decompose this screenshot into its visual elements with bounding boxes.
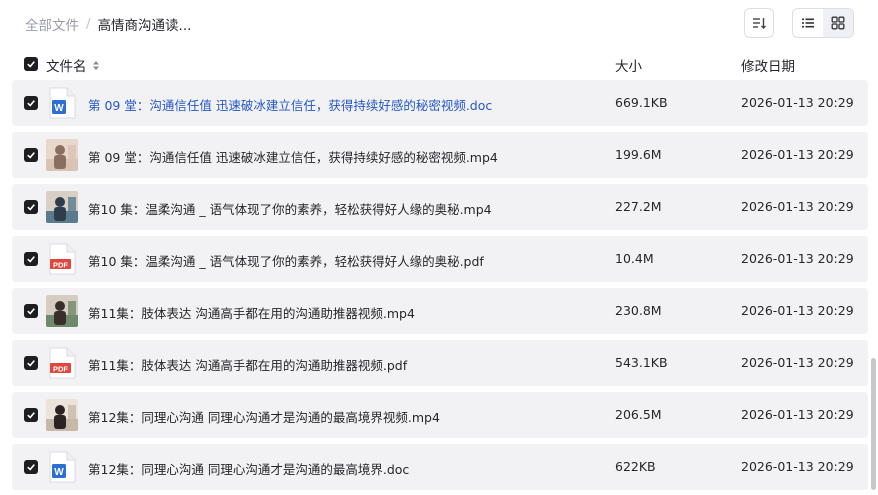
breadcrumb-separator: / [86, 16, 91, 32]
size-column-header: 大小 [615, 59, 642, 75]
sort-caret-icon [92, 60, 99, 70]
svg-text:W: W [54, 467, 64, 478]
file-row[interactable]: PDF 第10 集：温柔沟通 _ 语气体现了你的素养，轻松获得好人缘的奥秘.pdf… [12, 236, 868, 282]
grid-view-icon [831, 16, 845, 30]
check-icon [27, 152, 35, 159]
grid-view-button[interactable] [823, 9, 853, 37]
name-column-header[interactable]: 文件名 [46, 55, 100, 75]
file-modified-date: 2026-01-13 20:29 [741, 147, 854, 162]
file-name[interactable]: 第12集：同理心沟通 同理心沟通才是沟通的最高境界.doc [88, 459, 409, 478]
file-modified-date: 2026-01-13 20:29 [741, 251, 854, 266]
file-size: 206.5M [615, 407, 662, 422]
file-size: 669.1KB [615, 95, 668, 110]
file-size: 199.6M [615, 147, 662, 162]
sort-button[interactable] [744, 8, 774, 38]
file-size: 230.8M [615, 303, 662, 318]
file-row[interactable]: 第12集：同理心沟通 同理心沟通才是沟通的最高境界视频.mp4 206.5M 202… [12, 392, 868, 438]
video-thumbnail [46, 295, 78, 327]
row-checkbox[interactable] [24, 200, 38, 214]
check-icon [27, 256, 35, 263]
breadcrumb-current-folder: 高情商沟通读... [97, 18, 192, 34]
svg-text:W: W [54, 103, 64, 114]
breadcrumb: 全部文件 / 高情商沟通读... [25, 14, 191, 34]
file-row[interactable]: 第11集：肢体表达 沟通高手都在用的沟通助推器视频.mp4 230.8M 2026-… [12, 288, 868, 334]
view-toggle [792, 8, 854, 38]
date-column-header: 修改日期 [741, 59, 795, 75]
file-modified-date: 2026-01-13 20:29 [741, 407, 854, 422]
row-checkbox[interactable] [24, 356, 38, 370]
video-thumbnail [46, 139, 78, 171]
list-view-button[interactable] [793, 9, 823, 37]
file-name[interactable]: 第11集：肢体表达 沟通高手都在用的沟通助推器视频.pdf [88, 355, 407, 374]
check-icon [27, 308, 35, 315]
file-name[interactable]: 第 09 堂：沟通信任值 迅速破冰建立信任，获得持续好感的秘密视频.mp4 [88, 147, 498, 166]
file-name[interactable]: 第10 集：温柔沟通 _ 语气体现了你的素养，轻松获得好人缘的奥秘.pdf [88, 251, 484, 270]
file-name[interactable]: 第12集：同理心沟通 同理心沟通才是沟通的最高境界视频.mp4 [88, 407, 440, 426]
file-modified-date: 2026-01-13 20:29 [741, 199, 854, 214]
file-row[interactable]: 第 09 堂：沟通信任值 迅速破冰建立信任，获得持续好感的秘密视频.mp4 199… [12, 132, 868, 178]
check-icon [27, 360, 35, 367]
file-size: 622KB [615, 459, 656, 474]
word-file-icon: W [46, 87, 78, 119]
file-row[interactable]: PDF 第11集：肢体表达 沟通高手都在用的沟通助推器视频.pdf 543.1KB 2… [12, 340, 868, 386]
scrollbar[interactable] [871, 358, 876, 490]
file-modified-date: 2026-01-13 20:29 [741, 303, 854, 318]
file-size: 10.4M [615, 251, 654, 266]
row-checkbox[interactable] [24, 408, 38, 422]
check-icon [27, 412, 35, 419]
breadcrumb-root-link[interactable]: 全部文件 [25, 14, 79, 34]
word-file-icon: W [46, 451, 78, 483]
row-checkbox[interactable] [24, 96, 38, 110]
row-checkbox[interactable] [24, 460, 38, 474]
row-checkbox[interactable] [24, 148, 38, 162]
file-name[interactable]: 第10 集：温柔沟通 _ 语气体现了你的素养，轻松获得好人缘的奥秘.mp4 [88, 199, 492, 218]
row-checkbox[interactable] [24, 304, 38, 318]
pdf-file-icon: PDF [46, 347, 78, 379]
check-icon [27, 204, 35, 211]
list-view-icon [802, 18, 814, 28]
file-size: 227.2M [615, 199, 662, 214]
file-modified-date: 2026-01-13 20:29 [741, 459, 854, 474]
file-modified-date: 2026-01-13 20:29 [741, 355, 854, 370]
video-thumbnail [46, 191, 78, 223]
file-name[interactable]: 第 09 堂：沟通信任值 迅速破冰建立信任，获得持续好感的秘密视频.doc [88, 95, 492, 114]
file-row[interactable]: W 第12集：同理心沟通 同理心沟通才是沟通的最高境界.doc 622KB 2026-… [12, 444, 868, 490]
check-icon [27, 61, 35, 68]
check-icon [27, 464, 35, 471]
sort-icon [753, 18, 766, 29]
video-thumbnail [46, 399, 78, 431]
file-size: 543.1KB [615, 355, 668, 370]
svg-text:PDF: PDF [53, 260, 68, 269]
select-all-checkbox[interactable] [24, 57, 38, 71]
name-column-label: 文件名 [46, 59, 87, 75]
file-list-header: 文件名 大小 修改日期 [12, 50, 868, 78]
pdf-file-icon: PDF [46, 243, 78, 275]
file-row[interactable]: W 第 09 堂：沟通信任值 迅速破冰建立信任，获得持续好感的秘密视频.doc 66… [12, 80, 868, 126]
check-icon [27, 100, 35, 107]
file-row[interactable]: 第10 集：温柔沟通 _ 语气体现了你的素养，轻松获得好人缘的奥秘.mp4 227… [12, 184, 868, 230]
row-checkbox[interactable] [24, 252, 38, 266]
file-modified-date: 2026-01-13 20:29 [741, 95, 854, 110]
svg-text:PDF: PDF [53, 364, 68, 373]
file-name[interactable]: 第11集：肢体表达 沟通高手都在用的沟通助推器视频.mp4 [88, 303, 415, 322]
